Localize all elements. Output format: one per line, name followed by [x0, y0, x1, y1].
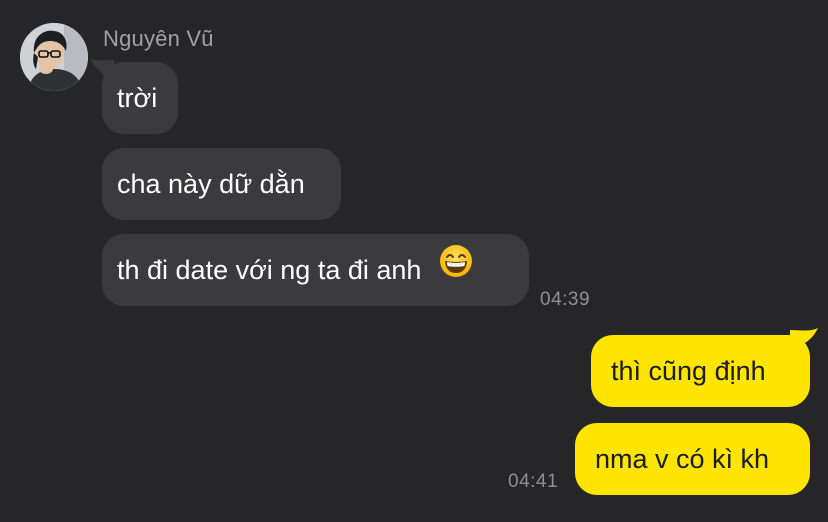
message-text: trời [117, 83, 158, 113]
message-timestamp: 04:39 [540, 289, 591, 310]
outgoing-message-bubble[interactable]: thì cũng định [591, 335, 810, 407]
message-timestamp: 04:41 [508, 471, 559, 492]
incoming-message-bubble[interactable]: th đi date với ng ta đi anh [102, 234, 529, 306]
avatar[interactable] [20, 23, 88, 91]
message-text: nma v có kì kh [595, 444, 770, 474]
chat-thread: Nguyên Vũ trời cha này dữ dằn th đi date… [0, 0, 828, 522]
outgoing-message-bubble[interactable]: nma v có kì kh [575, 423, 810, 495]
incoming-message-bubble[interactable]: trời [102, 62, 178, 134]
message-text: cha này dữ dằn [117, 169, 305, 199]
person-photo-icon [20, 23, 88, 91]
message-text: thì cũng định [611, 356, 766, 386]
message-text: th đi date với ng ta đi anh [117, 255, 422, 285]
incoming-message-bubble[interactable]: cha này dữ dằn [102, 148, 341, 220]
sender-name: Nguyên Vũ [103, 26, 214, 51]
grinning-face-with-smiling-eyes-emoji [439, 233, 473, 305]
